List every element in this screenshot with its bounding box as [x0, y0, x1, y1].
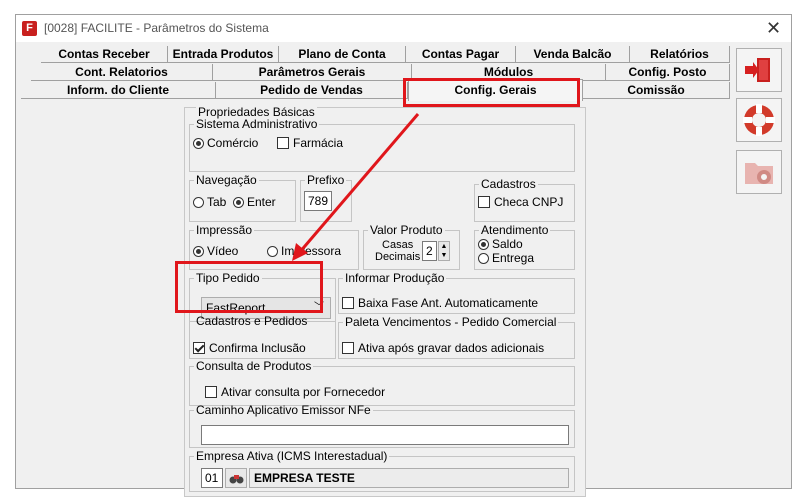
parametros-window: F [0028] FACILITE - Parâmetros do Sistem… — [15, 14, 792, 497]
annotation-arrow-icon — [292, 113, 420, 261]
background-strip — [0, 0, 800, 14]
